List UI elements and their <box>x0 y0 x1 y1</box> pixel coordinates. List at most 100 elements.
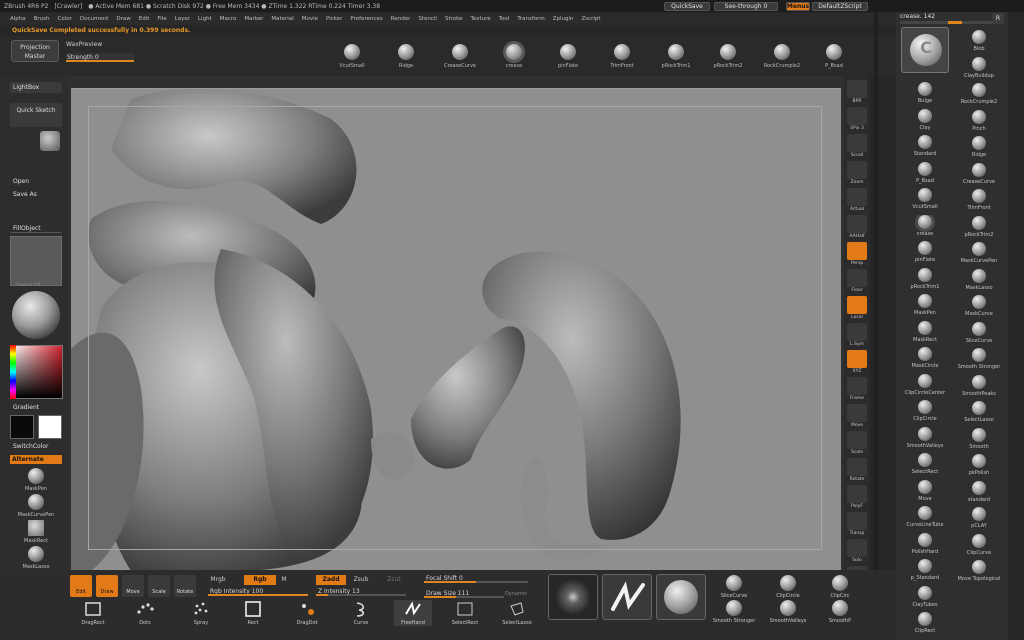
palette-brush-selectlasso[interactable]: SelectLasso <box>954 401 1004 423</box>
palette-brush-claybuildup[interactable]: ClayBuildup <box>954 57 1004 79</box>
stroke-dots[interactable]: Dots <box>126 600 164 626</box>
menu-picker[interactable]: Picker <box>322 16 346 22</box>
palette-brush-pinch[interactable]: Pinch <box>954 110 1004 132</box>
palette-brush-ridge[interactable]: Ridge <box>954 136 1004 158</box>
quick-sketch-button[interactable]: Quick Sketch <box>10 103 62 127</box>
bottom-brush-smoothvalleys[interactable]: SmoothValleys <box>766 600 810 624</box>
bottom-brush-clipcirc[interactable]: ClipCirc <box>818 575 862 599</box>
shelf-spix-3[interactable]: SPix 3 <box>846 107 868 131</box>
top-brush-procktrim1[interactable]: pRockTrim1 <box>652 44 700 69</box>
top-brush-vcutsmall[interactable]: VcutSmall <box>328 44 376 69</box>
top-brush-rockcrumple2[interactable]: RockCrumple2 <box>758 44 806 69</box>
zadd-button[interactable]: Zadd <box>316 575 346 585</box>
rotate-button[interactable]: Rotate <box>174 575 196 597</box>
menu-marker[interactable]: Marker <box>240 16 267 22</box>
menu-alpha[interactable]: Alpha <box>6 16 30 22</box>
top-brush-p-bsad[interactable]: P_Bsad <box>810 44 858 69</box>
menu-material[interactable]: Material <box>267 16 297 22</box>
top-brush-trimfront[interactable]: TrimFront <box>598 44 646 69</box>
palette-brush-cliprect[interactable]: ClipRect <box>900 612 950 634</box>
palette-brush-trimfront[interactable]: TrimFront <box>954 189 1004 211</box>
palette-brush-maskcurvepen[interactable]: MaskCurvePen <box>954 242 1004 264</box>
shelf-zoom[interactable]: Zoom <box>846 161 868 185</box>
menus-button[interactable]: Menus <box>786 2 810 11</box>
projection-master-button[interactable]: Projection Master <box>11 40 59 62</box>
palette-brush-maskrect[interactable]: MaskRect <box>900 321 950 343</box>
strength-slider[interactable]: Strength 0 <box>66 53 134 62</box>
menu-document[interactable]: Document <box>76 16 113 22</box>
shelf-xyz[interactable]: XYZ <box>846 350 868 374</box>
stroke-selectrect[interactable]: SelectRect <box>446 600 484 626</box>
palette-brush-pkpolish[interactable]: pkPolish <box>954 454 1004 476</box>
palette-brush-claytubes[interactable]: ClayTubes <box>900 586 950 608</box>
quicksave-button[interactable]: QuickSave <box>664 2 710 11</box>
palette-brush-p-standard[interactable]: p_Standard <box>900 559 950 581</box>
bottom-brush-slicecurve[interactable]: SliceCurve <box>712 575 756 599</box>
top-brush-pinflate[interactable]: pinFlate <box>544 44 592 69</box>
palette-brush-smoothpeaks[interactable]: SmoothPeaks <box>954 375 1004 397</box>
stroke-dragrect[interactable]: DragRect <box>74 600 112 626</box>
shelf-scroll[interactable]: Scroll <box>846 134 868 158</box>
palette-brush-pclay[interactable]: pCLAY <box>954 507 1004 529</box>
palette-brush-blob[interactable]: Blob <box>954 30 1004 52</box>
palette-brush-polishhard[interactable]: PolishHard <box>900 533 950 555</box>
palette-brush-maskcircle[interactable]: MaskCircle <box>900 347 950 369</box>
menu-stencil[interactable]: Stencil <box>414 16 441 22</box>
mrgb-button[interactable]: Mrgb <box>208 575 228 585</box>
top-brush-ridge[interactable]: Ridge <box>382 44 430 69</box>
stroke-freehand[interactable]: FreeHand <box>394 600 432 626</box>
palette-brush-move[interactable]: Move <box>900 480 950 502</box>
material-sphere-icon[interactable] <box>12 291 60 339</box>
left-brush-maskrect[interactable]: MaskRect <box>14 520 58 544</box>
rgb-intensity-slider[interactable]: Rgb Intensity 100 <box>208 587 308 596</box>
shelf-local[interactable]: Local <box>846 296 868 320</box>
shelf-aahalf[interactable]: AAHalf <box>846 215 868 239</box>
left-brush-maskcurvepen[interactable]: MaskCurvePen <box>14 494 58 518</box>
menu-edit[interactable]: Edit <box>135 16 154 22</box>
palette-brush-standard[interactable]: standard <box>954 481 1004 503</box>
palette-brush-vcutsmall[interactable]: VcutSmall <box>900 188 950 210</box>
menu-preferences[interactable]: Preferences <box>346 16 386 22</box>
fill-object-button[interactable]: FillObject <box>10 224 62 233</box>
palette-brush-selectrect[interactable]: SelectRect <box>900 453 950 475</box>
shelf-persp[interactable]: Persp <box>846 242 868 266</box>
menu-layer[interactable]: Layer <box>171 16 194 22</box>
palette-brush-clipcircle[interactable]: ClipCircle <box>900 400 950 422</box>
palette-brush-smooth[interactable]: Smooth <box>954 428 1004 450</box>
shelf-actual[interactable]: Actual <box>846 188 868 212</box>
save-as-button[interactable]: Save As <box>10 190 62 199</box>
menu-movie[interactable]: Movie <box>298 16 322 22</box>
bottom-brush-smooth-stronger[interactable]: Smooth Stronger <box>712 600 756 624</box>
menu-tool[interactable]: Tool <box>495 16 514 22</box>
bottom-brush-smoothp[interactable]: SmoothP <box>818 600 862 624</box>
hue-strip[interactable] <box>10 345 16 399</box>
menu-color[interactable]: Color <box>54 16 76 22</box>
lightbox-button[interactable]: LightBox <box>10 82 62 93</box>
draw-size-slider[interactable]: Draw Size 111 <box>424 589 504 598</box>
shelf-l-sym[interactable]: L.Sym <box>846 323 868 347</box>
menu-light[interactable]: Light <box>194 16 216 22</box>
dynamic-button[interactable]: Dynamic <box>504 589 528 599</box>
palette-brush-smooth-stronger[interactable]: Smooth Stronger <box>954 348 1004 370</box>
shelf-rotate[interactable]: Rotate <box>846 458 868 482</box>
stroke-spray[interactable]: Spray <box>182 600 220 626</box>
palette-brush-clay[interactable]: Clay <box>900 109 950 131</box>
menu-transform[interactable]: Transform <box>513 16 548 22</box>
top-brush-crease[interactable]: crease <box>490 44 538 69</box>
gradient-toggle[interactable]: Gradient <box>10 403 62 412</box>
palette-brush-crease[interactable]: crease <box>900 215 950 237</box>
top-brush-creasecurve[interactable]: CreaseCurve <box>436 44 484 69</box>
main-color-swatch[interactable] <box>10 415 34 439</box>
quick-sketch-thumb-icon[interactable] <box>40 131 60 151</box>
zcut-button[interactable]: Zcut <box>384 575 404 585</box>
palette-brush-bulge[interactable]: Bulge <box>900 82 950 104</box>
stroke-curve[interactable]: Curve <box>342 600 380 626</box>
palette-brush-slicecurve[interactable]: SliceCurve <box>954 322 1004 344</box>
brush-reset-button[interactable]: R <box>992 13 1004 24</box>
alpha-thumb[interactable] <box>548 574 598 620</box>
bottom-brush-clipcircle[interactable]: ClipCircle <box>766 575 810 599</box>
rgb-button[interactable]: Rgb <box>244 575 276 585</box>
secondary-color-swatch[interactable] <box>38 415 62 439</box>
color-picker[interactable] <box>10 345 63 399</box>
palette-brush-smoothvalleys[interactable]: SmoothValleys <box>900 427 950 449</box>
